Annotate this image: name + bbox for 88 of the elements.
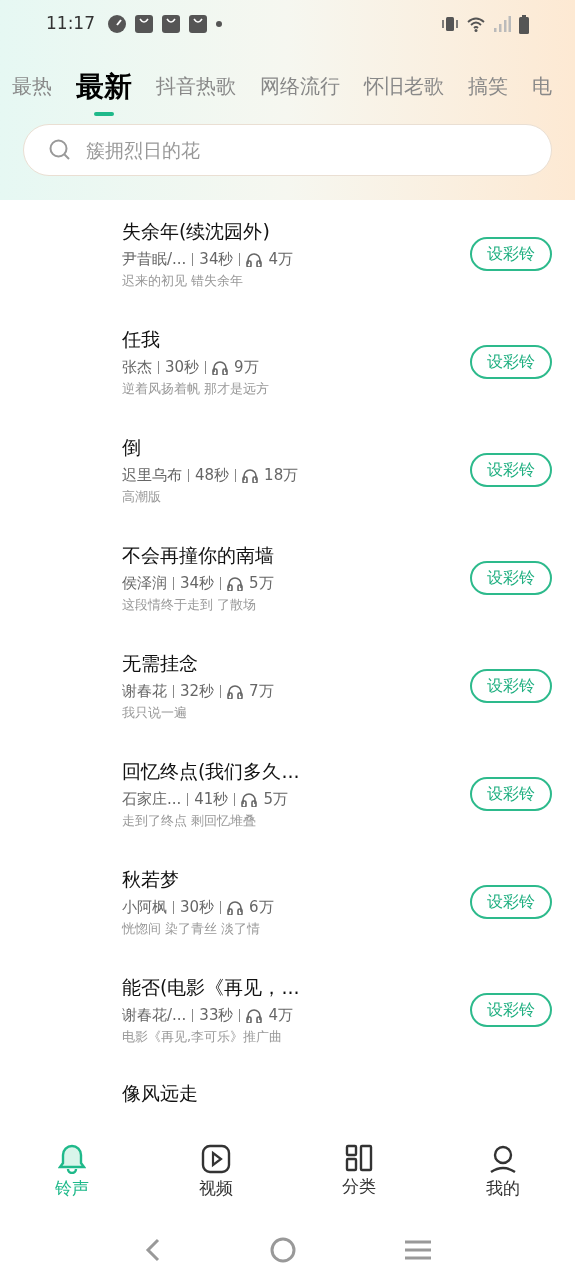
duration-text: 34秒 <box>199 249 234 270</box>
play-count: 5万 <box>263 789 288 810</box>
artist-name: 谢春花 <box>122 681 167 702</box>
category-tab[interactable]: 最新 <box>76 66 132 108</box>
headphones-icon <box>227 575 244 591</box>
song-title[interactable]: 无需挂念 <box>122 650 198 676</box>
back-icon[interactable] <box>144 1238 161 1262</box>
duration-text: 30秒 <box>180 897 215 918</box>
tab-underline <box>94 112 114 116</box>
duration-text: 30秒 <box>165 357 200 378</box>
category-tab[interactable]: 怀旧老歌 <box>364 71 444 101</box>
search-input[interactable]: 簇拥烈日的花 <box>86 135 527 165</box>
duration-text: 48秒 <box>195 465 230 486</box>
artist-name: 迟里乌布 <box>122 465 182 486</box>
shopping-bag-icon <box>162 15 180 33</box>
artist-name: 小阿枫 <box>122 897 167 918</box>
duration-text: 34秒 <box>180 573 215 594</box>
duration-text: 33秒 <box>199 1005 234 1026</box>
duration-text: 32秒 <box>180 681 215 702</box>
category-tab[interactable]: 搞笑 <box>468 71 508 101</box>
category-tab[interactable]: 网络流行 <box>260 71 340 101</box>
signal-icon <box>493 16 511 32</box>
nav-tab[interactable]: 铃声 <box>54 1176 89 1202</box>
nav-tab[interactable]: 分类 <box>342 1174 377 1200</box>
play-count: 7万 <box>249 681 274 702</box>
song-title[interactable]: 失余年(续沈园外) <box>122 218 270 244</box>
category-tab[interactable]: 抖音热歌 <box>156 71 236 101</box>
song-title[interactable]: 像风远走 <box>122 1080 198 1106</box>
song-description: 这段情终于走到 了散场 <box>122 595 257 614</box>
person-icon <box>489 1144 518 1174</box>
grid-icon <box>345 1144 374 1172</box>
song-title[interactable]: 秋若梦 <box>122 866 179 892</box>
song-description: 高潮版 <box>122 487 161 506</box>
dot-icon <box>216 21 222 27</box>
song-title[interactable]: 任我 <box>122 326 160 352</box>
headphones-icon <box>212 359 229 375</box>
play-count: 4万 <box>268 1005 293 1026</box>
battery-icon <box>519 14 529 34</box>
artist-name: 侯泽润 <box>122 573 167 594</box>
headphones-icon <box>227 683 244 699</box>
song-description: 电影《再见,李可乐》推广曲 <box>122 1027 283 1046</box>
song-description: 走到了终点 剩回忆堆叠 <box>122 811 257 830</box>
menu-icon[interactable] <box>404 1239 431 1261</box>
shopping-bag-icon <box>135 15 153 33</box>
play-count: 18万 <box>264 465 299 486</box>
song-description: 迟来的初见 错失余年 <box>122 271 244 290</box>
wifi-icon <box>467 16 485 32</box>
set-ringtone-button[interactable]: 设彩铃 <box>470 885 552 919</box>
set-ringtone-button[interactable]: 设彩铃 <box>470 345 552 379</box>
play-icon <box>200 1144 231 1174</box>
song-description: 恍惚间 染了青丝 淡了情 <box>122 919 261 938</box>
song-title[interactable]: 能否(电影《再见，... <box>122 974 300 1000</box>
search-icon <box>48 138 72 162</box>
headphones-icon <box>241 791 258 807</box>
song-description: 逆着风扬着帆 那才是远方 <box>122 379 270 398</box>
nav-tab[interactable]: 我的 <box>486 1176 521 1202</box>
play-count: 9万 <box>234 357 259 378</box>
set-ringtone-button[interactable]: 设彩铃 <box>470 237 552 271</box>
shopping-bag-icon <box>189 15 207 33</box>
speedometer-icon <box>108 15 126 33</box>
nav-tab[interactable]: 视频 <box>198 1176 233 1202</box>
category-tab[interactable]: 最热 <box>12 71 52 101</box>
headphones-icon <box>242 467 259 483</box>
set-ringtone-button[interactable]: 设彩铃 <box>470 561 552 595</box>
duration-text: 41秒 <box>194 789 229 810</box>
song-title[interactable]: 倒 <box>122 434 141 460</box>
artist-name: 谢春花/... <box>122 1005 187 1026</box>
headphones-icon <box>246 251 263 267</box>
play-count: 4万 <box>268 249 293 270</box>
vibrate-icon <box>441 16 459 32</box>
artist-name: 石家庄... <box>122 789 182 810</box>
status-time: 11:17 <box>46 12 95 36</box>
artist-name: 张杰 <box>122 357 152 378</box>
headphones-icon <box>227 899 244 915</box>
song-title[interactable]: 不会再撞你的南墙 <box>122 542 274 568</box>
play-count: 6万 <box>249 897 274 918</box>
artist-name: 尹昔眠/... <box>122 249 187 270</box>
set-ringtone-button[interactable]: 设彩铃 <box>470 453 552 487</box>
set-ringtone-button[interactable]: 设彩铃 <box>470 993 552 1027</box>
category-tab[interactable]: 电 <box>532 71 552 101</box>
song-title[interactable]: 回忆终点(我们多久... <box>122 758 300 784</box>
headphones-icon <box>246 1007 263 1023</box>
play-count: 5万 <box>249 573 274 594</box>
home-circle-icon[interactable] <box>269 1237 296 1263</box>
search-field[interactable]: 簇拥烈日的花 <box>23 124 552 176</box>
set-ringtone-button[interactable]: 设彩铃 <box>470 669 552 703</box>
bell-icon <box>57 1144 86 1174</box>
set-ringtone-button[interactable]: 设彩铃 <box>470 777 552 811</box>
